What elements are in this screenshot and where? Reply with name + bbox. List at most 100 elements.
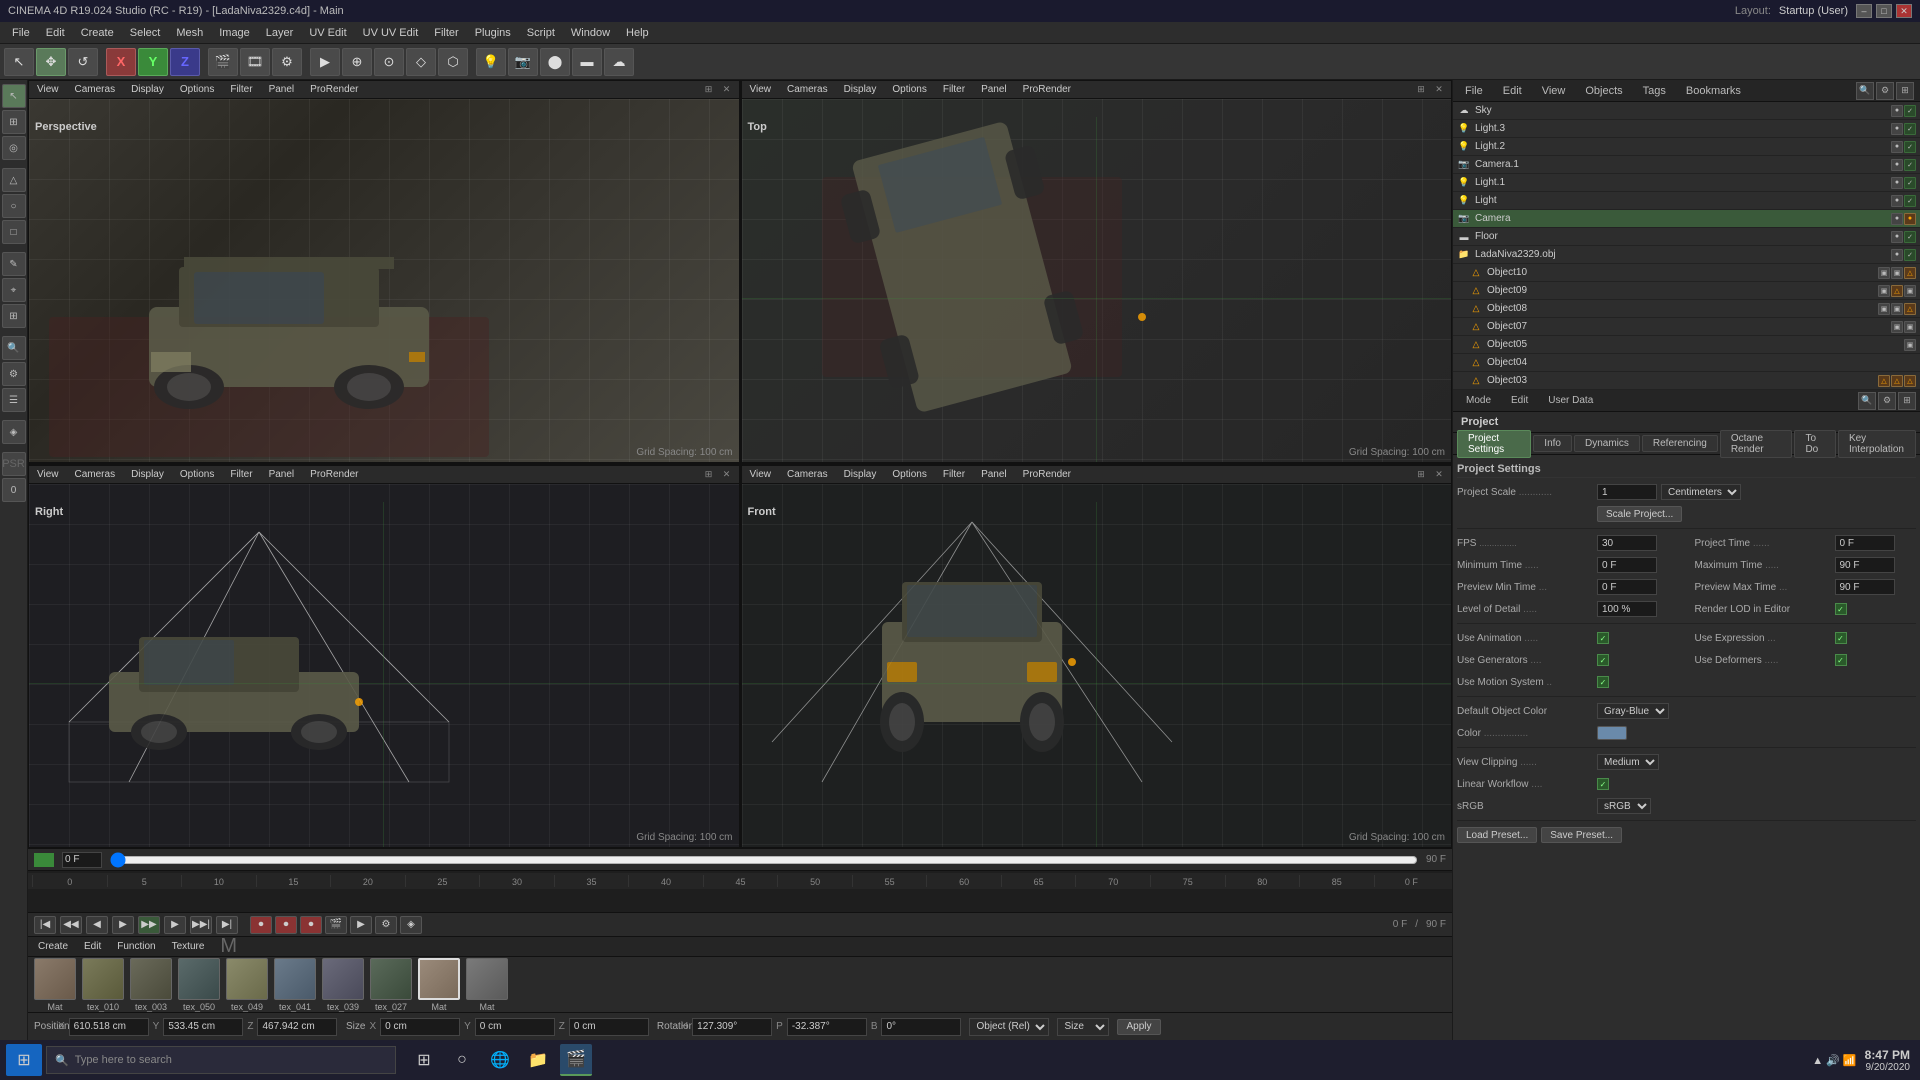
menu-uvuvedit[interactable]: UV UV Edit: [355, 25, 427, 41]
obj08-v3[interactable]: △: [1904, 303, 1916, 315]
attr-use-animation-checkbox[interactable]: ✓: [1597, 632, 1609, 644]
obj05-v1[interactable]: ▣: [1904, 339, 1916, 351]
attr-save-preset-button[interactable]: Save Preset...: [1541, 827, 1622, 843]
om-search-icon[interactable]: 🔍: [1856, 82, 1874, 100]
tool-sphere[interactable]: ⬤: [540, 48, 570, 76]
menu-uvedit[interactable]: UV Edit: [301, 25, 354, 41]
vp-right-prorender[interactable]: ProRender: [306, 469, 362, 480]
transform-h-input[interactable]: [692, 1018, 772, 1036]
obj08-v2[interactable]: ▣: [1891, 303, 1903, 315]
tool-camera2[interactable]: 📷: [508, 48, 538, 76]
material-tex003[interactable]: tex_003: [130, 958, 172, 1012]
attr-use-generators-checkbox[interactable]: ✓: [1597, 654, 1609, 666]
attr-linear-workflow-checkbox[interactable]: ✓: [1597, 778, 1609, 790]
obj09-v1[interactable]: ▣: [1878, 285, 1890, 297]
vp-right-cameras[interactable]: Cameras: [71, 469, 120, 480]
object-obj04[interactable]: △ Object04: [1453, 354, 1920, 372]
obj09-v3[interactable]: ▣: [1904, 285, 1916, 297]
tool-z[interactable]: Z: [170, 48, 200, 76]
attr-project-scale-input[interactable]: [1597, 484, 1657, 500]
obj07-v1[interactable]: ▣: [1891, 321, 1903, 333]
transform-sx-input[interactable]: [380, 1018, 460, 1036]
om-bookmarks[interactable]: Bookmarks: [1680, 83, 1747, 99]
vp-perspective-expand[interactable]: ⊞: [701, 82, 717, 98]
material-tex039-thumb[interactable]: [322, 958, 364, 1000]
left-tool-magnet[interactable]: ◈: [2, 420, 26, 444]
material-tex050[interactable]: tex_050: [178, 958, 220, 1012]
obj03-v1[interactable]: △: [1878, 375, 1890, 387]
vp-right-view[interactable]: View: [33, 469, 63, 480]
material-tex041[interactable]: tex_041: [274, 958, 316, 1012]
object-obj10[interactable]: △ Object10 ▣ ▣ △: [1453, 264, 1920, 282]
vp-top-display[interactable]: Display: [840, 84, 881, 95]
vp-front-view[interactable]: View: [746, 469, 776, 480]
attr-tab-edit[interactable]: Edit: [1502, 392, 1537, 409]
menu-plugins[interactable]: Plugins: [467, 25, 519, 41]
menu-file[interactable]: File: [4, 25, 38, 41]
attr-render-lod-checkbox[interactable]: ✓: [1835, 603, 1847, 615]
ladaniva-group-visible[interactable]: ●: [1891, 249, 1903, 261]
object-camera1[interactable]: 📷 Camera.1 ● ✓: [1453, 156, 1920, 174]
vp-perspective-view[interactable]: View: [33, 84, 63, 95]
attr-min-time-input[interactable]: [1597, 557, 1657, 573]
playback-play-forward[interactable]: ▶: [112, 916, 134, 934]
tool-circle[interactable]: ⊙: [374, 48, 404, 76]
taskbar-icon-c4d[interactable]: 🎬: [560, 1044, 592, 1076]
vp-top-options[interactable]: Options: [888, 84, 930, 95]
tool-y[interactable]: Y: [138, 48, 168, 76]
playback-render-preview[interactable]: 🎬: [325, 916, 347, 934]
attr-use-expression-checkbox[interactable]: ✓: [1835, 632, 1847, 644]
playback-go-end[interactable]: ▶|: [216, 916, 238, 934]
vp-top-panel[interactable]: Panel: [977, 84, 1011, 95]
obj03-v2[interactable]: △: [1891, 375, 1903, 387]
left-tool-move[interactable]: ↖: [2, 84, 26, 108]
viewport-perspective-canvas[interactable]: Perspective: [29, 99, 739, 462]
light1-enable[interactable]: ✓: [1904, 177, 1916, 189]
camera1-enable[interactable]: ✓: [1904, 159, 1916, 171]
object-obj05[interactable]: △ Object05 ▣: [1453, 336, 1920, 354]
attr-settings[interactable]: ⚙: [1878, 392, 1896, 410]
playback-next-key[interactable]: ▶▶|: [190, 916, 212, 934]
viewport-right[interactable]: View Cameras Display Options Filter Pane…: [28, 465, 741, 848]
vp-perspective-panel[interactable]: Panel: [265, 84, 299, 95]
material-mat-1-thumb[interactable]: [34, 958, 76, 1000]
attr-subtab-octane[interactable]: Octane Render: [1720, 430, 1793, 458]
transform-apply-button[interactable]: Apply: [1117, 1019, 1160, 1035]
minimize-button[interactable]: –: [1856, 4, 1872, 18]
om-settings-icon[interactable]: ⚙: [1876, 82, 1894, 100]
attr-preview-min-input[interactable]: [1597, 579, 1657, 595]
playback-next-frame[interactable]: ▶: [164, 916, 186, 934]
vp-front-options[interactable]: Options: [888, 469, 930, 480]
menu-edit[interactable]: Edit: [38, 25, 73, 41]
transform-z-input[interactable]: [257, 1018, 337, 1036]
vp-right-filter[interactable]: Filter: [226, 469, 256, 480]
transform-y-input[interactable]: [163, 1018, 243, 1036]
light-enable[interactable]: ✓: [1904, 195, 1916, 207]
timeline-scrubber[interactable]: [110, 854, 1418, 866]
menu-filter[interactable]: Filter: [426, 25, 466, 41]
attr-subtab-dynamics[interactable]: Dynamics: [1574, 435, 1640, 452]
vp-front-panel[interactable]: Panel: [977, 469, 1011, 480]
attr-color-swatch[interactable]: [1597, 726, 1627, 740]
material-tex039[interactable]: tex_039: [322, 958, 364, 1012]
vp-top-view[interactable]: View: [746, 84, 776, 95]
playback-go-start[interactable]: |◀: [34, 916, 56, 934]
camera-enable[interactable]: ●: [1904, 213, 1916, 225]
vp-perspective-cameras[interactable]: Cameras: [71, 84, 120, 95]
om-edit[interactable]: Edit: [1497, 83, 1528, 99]
tool-x[interactable]: X: [106, 48, 136, 76]
material-mat-selected-thumb[interactable]: [418, 958, 460, 1000]
attr-input-color-dropdown[interactable]: sRGB Linear: [1597, 798, 1651, 814]
attr-max-time-input[interactable]: [1835, 557, 1895, 573]
vp-front-filter[interactable]: Filter: [939, 469, 969, 480]
taskbar-icon-edge[interactable]: 🌐: [484, 1044, 516, 1076]
transform-sz-input[interactable]: [569, 1018, 649, 1036]
attr-subtab-project-settings[interactable]: Project Settings: [1457, 430, 1531, 458]
taskbar-search-box[interactable]: 🔍 Type here to search: [46, 1046, 396, 1074]
vp-top-expand[interactable]: ⊞: [1413, 82, 1429, 98]
left-tool-bridge[interactable]: ⊞: [2, 304, 26, 328]
tool-polygon[interactable]: ▶: [310, 48, 340, 76]
vp-perspective-filter[interactable]: Filter: [226, 84, 256, 95]
vp-perspective-display[interactable]: Display: [127, 84, 168, 95]
menu-mesh[interactable]: Mesh: [168, 25, 211, 41]
